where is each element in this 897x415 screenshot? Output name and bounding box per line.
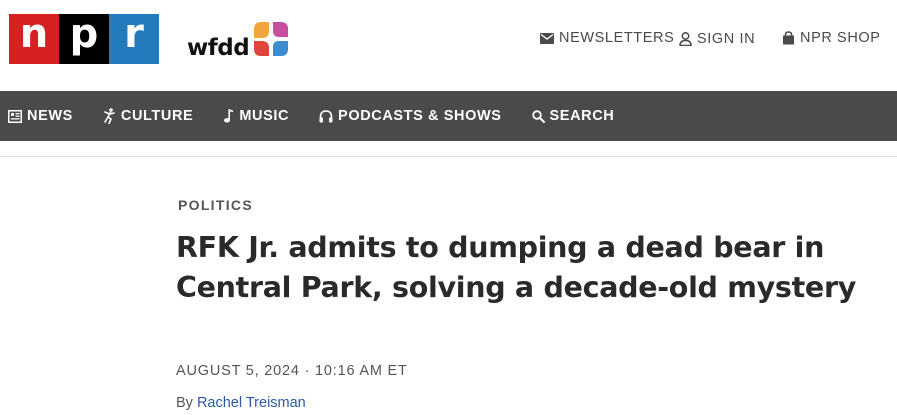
nav-item-label: CULTURE — [120, 108, 194, 124]
main-nav: NEWS CULTURE MUSIC PODCASTS & SHOWS SEAR… — [0, 91, 897, 141]
nav-item-search[interactable]: SEARCH — [531, 108, 615, 124]
envelope-icon — [540, 32, 554, 44]
nav-item-label: PODCASTS & SHOWS — [338, 108, 502, 124]
nav-item-label: MUSIC — [239, 108, 290, 124]
music-note-icon — [224, 109, 234, 123]
culture-icon — [104, 108, 115, 124]
byline-prefix: By — [176, 395, 193, 411]
headphones-icon — [319, 109, 333, 122]
nav-item-music[interactable]: MUSIC — [223, 108, 289, 124]
logo-letter-n: n — [9, 14, 59, 64]
site-header: n p r wfdd NEWSLETTERS SIGN IN NPR SHOP — [0, 0, 897, 91]
news-icon — [8, 109, 22, 123]
nav-item-label: NEWS — [27, 108, 73, 124]
search-icon — [531, 109, 545, 123]
byline: By Rachel Treisman — [176, 395, 306, 411]
logo-letter-r: r — [109, 14, 159, 64]
header-divider — [0, 156, 897, 157]
newsletters-link[interactable]: NEWSLETTERS — [540, 30, 674, 46]
station-logo[interactable]: wfdd — [187, 20, 290, 62]
shopping-bag-icon — [783, 31, 794, 45]
sign-in-label: SIGN IN — [697, 31, 756, 47]
author-link[interactable]: Rachel Treisman — [197, 395, 306, 411]
station-name: wfdd — [187, 35, 250, 61]
station-logo-mark-icon — [254, 22, 289, 56]
newsletters-label: NEWSLETTERS — [559, 30, 675, 46]
nav-item-news[interactable]: NEWS — [8, 108, 73, 124]
logo-letter-p: p — [59, 14, 109, 64]
article-headline: RFK Jr. admits to dumping a dead bear in… — [176, 231, 856, 304]
npr-shop-label: NPR SHOP — [800, 30, 881, 46]
nav-item-label: SEARCH — [549, 108, 615, 124]
nav-item-podcasts-shows[interactable]: PODCASTS & SHOWS — [319, 108, 501, 124]
npr-shop-link[interactable]: NPR SHOP — [782, 30, 881, 46]
sign-in-link[interactable]: SIGN IN — [679, 31, 755, 47]
user-icon — [679, 32, 692, 46]
section-label[interactable]: POLITICS — [178, 197, 253, 213]
nav-item-culture[interactable]: CULTURE — [103, 108, 193, 124]
npr-logo[interactable]: n p r — [9, 14, 159, 64]
article-date: AUGUST 5, 2024 · 10:16 AM ET — [176, 363, 408, 379]
